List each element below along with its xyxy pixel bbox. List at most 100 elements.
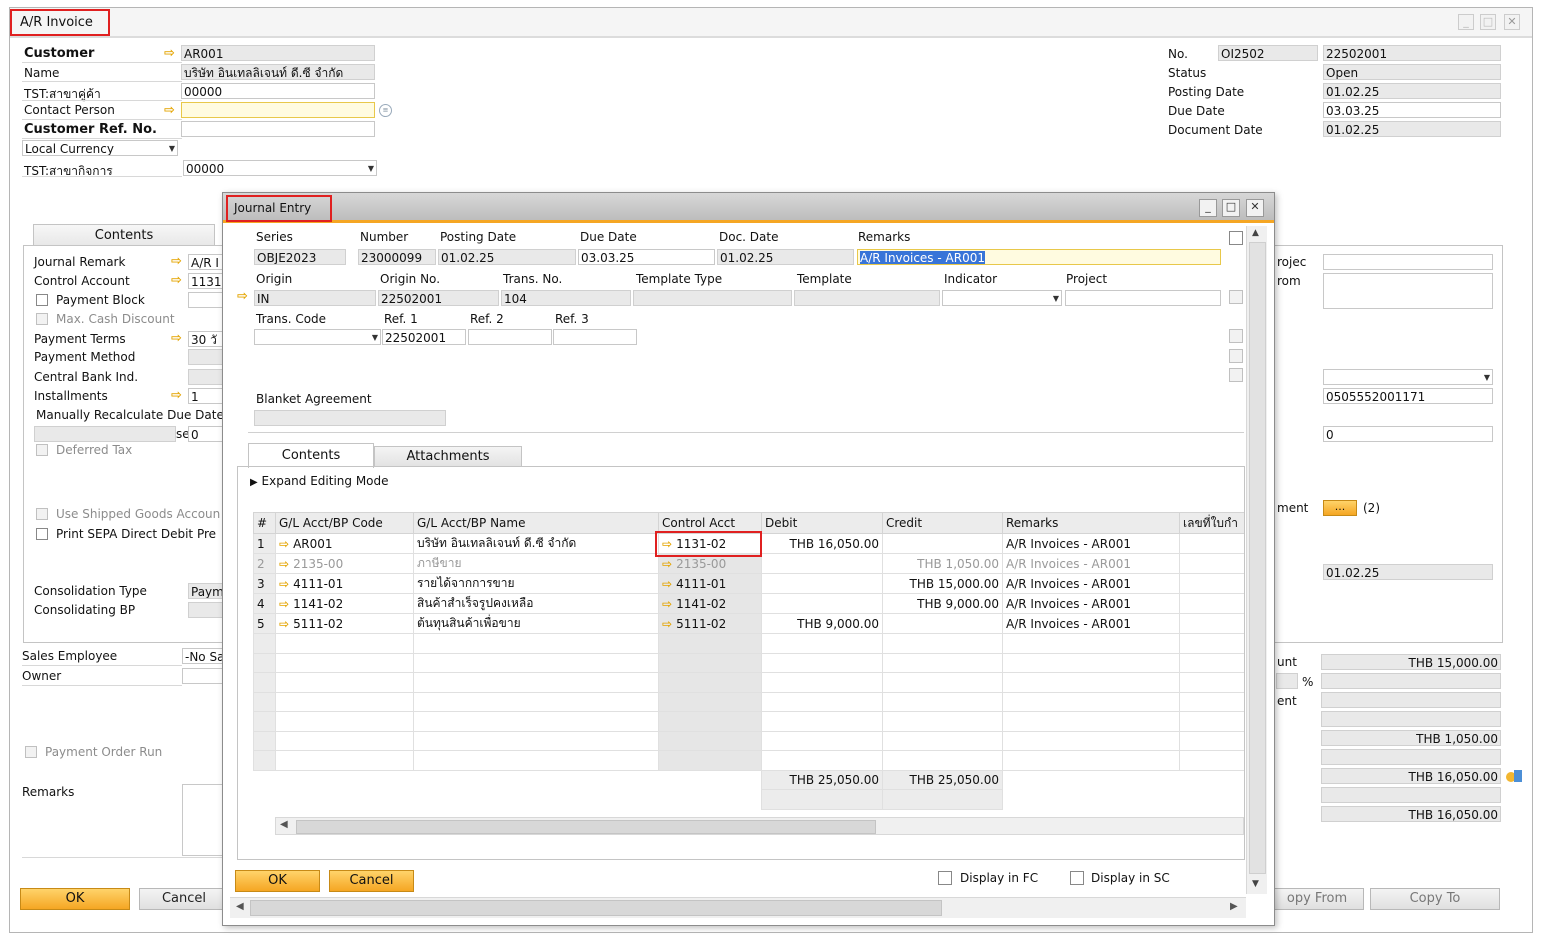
empty-row[interactable] — [253, 672, 1244, 693]
customer-field[interactable]: AR001 — [181, 45, 375, 61]
link-arrow-icon[interactable]: ⇨ — [164, 47, 175, 61]
je-checkbox-4[interactable] — [1229, 349, 1243, 363]
je-origin-no-field[interactable]: 22502001 — [378, 290, 499, 306]
table-row[interactable]: 5 ⇨ 5111-02 ต้นทุนสินค้าเพื่อขาย ⇨ 5111-02… — [253, 613, 1244, 634]
cell[interactable] — [275, 730, 414, 751]
cell[interactable] — [761, 711, 883, 732]
cell[interactable] — [1179, 750, 1244, 771]
empty-row[interactable] — [253, 691, 1244, 712]
cell[interactable] — [275, 750, 414, 771]
max-cash-discount-checkbox[interactable] — [36, 313, 48, 325]
col-header[interactable]: Debit — [761, 512, 883, 534]
cell-extra[interactable] — [1179, 613, 1244, 634]
cell-debit[interactable] — [761, 573, 883, 594]
cell[interactable] — [882, 691, 1003, 712]
cell-debit[interactable] — [761, 553, 883, 574]
tst-partner-field[interactable]: 00000 — [181, 83, 375, 99]
cell[interactable] — [1179, 672, 1244, 693]
table-row[interactable]: 3 ⇨ 4111-01 รายได้จากการขาย ⇨ 4111-01 THB … — [253, 573, 1244, 594]
posting-date-field[interactable]: 01.02.25 — [1323, 83, 1501, 99]
je-checkbox-2[interactable] — [1229, 290, 1243, 304]
je-tab-attachments[interactable]: Attachments — [374, 446, 522, 467]
link-arrow-icon[interactable]: ⇨ — [279, 577, 289, 591]
link-arrow-icon[interactable]: ⇨ — [279, 617, 289, 631]
je-project-field[interactable] — [1065, 290, 1221, 306]
je-horizontal-scrollbar[interactable]: ◀ ▶ — [230, 897, 1246, 918]
je-number-field[interactable]: 23000099 — [358, 249, 436, 265]
number-field[interactable]: 0505552001171 — [1323, 388, 1493, 404]
document-date-field[interactable]: 01.02.25 — [1323, 121, 1501, 137]
close-icon[interactable]: ✕ — [1246, 199, 1264, 217]
customer-ref-field[interactable] — [181, 121, 375, 137]
right-dropdown[interactable]: ▼ — [1323, 369, 1493, 385]
je-checkbox-1[interactable] — [1229, 231, 1243, 245]
tax-field[interactable]: THB 1,050.00 — [1321, 730, 1501, 746]
cell[interactable] — [275, 633, 414, 654]
info-icon[interactable]: ≡ — [379, 104, 392, 117]
cell-code[interactable]: ⇨ AR001 — [275, 533, 414, 554]
cell-code[interactable]: ⇨ 2135-00 — [275, 553, 414, 574]
tst-branch-dropdown[interactable]: 00000 ▼ — [183, 160, 377, 176]
empty-row[interactable] — [253, 750, 1244, 771]
cell[interactable] — [413, 730, 659, 751]
cell-remarks[interactable]: A/R Invoices - AR001 — [1002, 553, 1180, 574]
cell[interactable] — [658, 730, 762, 751]
cell-name[interactable]: ภาษีขาย — [413, 553, 659, 574]
col-header[interactable]: # — [253, 512, 276, 534]
zero-field[interactable]: 0 — [1323, 426, 1493, 442]
currency-dropdown[interactable]: Local Currency ▼ — [22, 140, 178, 156]
cell-remarks[interactable]: A/R Invoices - AR001 — [1002, 613, 1180, 634]
minimize-icon[interactable]: _ — [1458, 14, 1474, 30]
cell-remarks[interactable]: A/R Invoices - AR001 — [1002, 593, 1180, 614]
cell[interactable] — [1002, 672, 1180, 693]
use-shipped-checkbox[interactable] — [36, 508, 48, 520]
cell[interactable] — [1179, 711, 1244, 732]
doc-number-field[interactable]: 22502001 — [1323, 45, 1501, 61]
cell[interactable] — [413, 691, 659, 712]
cell[interactable] — [275, 711, 414, 732]
cell-remarks[interactable]: A/R Invoices - AR001 — [1002, 573, 1180, 594]
cell-control-acct[interactable]: ⇨ 1141-02 — [658, 593, 762, 614]
cell-credit[interactable]: THB 15,000.00 — [882, 573, 1003, 594]
cell[interactable] — [761, 633, 883, 654]
print-sepa-checkbox[interactable] — [36, 528, 48, 540]
status-field[interactable]: Open — [1323, 64, 1501, 80]
je-template-type-field[interactable] — [633, 290, 792, 306]
cell-debit[interactable]: THB 9,000.00 — [761, 613, 883, 634]
cell-control-acct[interactable]: ⇨ 4111-01 — [658, 573, 762, 594]
ar-cancel-button[interactable]: Cancel — [139, 888, 229, 910]
cell[interactable] — [1002, 633, 1180, 654]
cell[interactable] — [761, 691, 883, 712]
cell-name[interactable]: สินค้าสำเร็จรูปคงเหลือ — [413, 593, 659, 614]
maximize-icon[interactable]: □ — [1222, 199, 1240, 217]
link-arrow-icon[interactable]: ⇨ — [279, 597, 289, 611]
cell-extra[interactable] — [1179, 593, 1244, 614]
cell[interactable] — [413, 750, 659, 771]
cell[interactable] — [658, 672, 762, 693]
col-header[interactable]: เลขที่ใบกำ — [1179, 512, 1244, 534]
cell-extra[interactable] — [1179, 533, 1244, 554]
je-ref1-field[interactable]: 22502001 — [382, 329, 466, 345]
cell-remarks[interactable]: A/R Invoices - AR001 — [1002, 533, 1180, 554]
cell[interactable] — [761, 652, 883, 673]
display-fc-checkbox[interactable] — [938, 871, 952, 885]
cell[interactable] — [1179, 652, 1244, 673]
je-trans-no-field[interactable]: 104 — [501, 290, 631, 306]
deferred-tax-checkbox[interactable] — [36, 444, 48, 456]
cell[interactable] — [275, 652, 414, 673]
minimize-icon[interactable]: _ — [1199, 199, 1217, 217]
cell[interactable] — [761, 672, 883, 693]
total-field[interactable]: THB 16,050.00 — [1321, 768, 1501, 784]
cell[interactable] — [413, 633, 659, 654]
je-cancel-button[interactable]: Cancel — [329, 870, 414, 892]
cell-credit[interactable]: THB 1,050.00 — [882, 553, 1003, 574]
contact-person-field[interactable] — [181, 102, 375, 118]
cell-name[interactable]: บริษัท อินเทลลิเจนท์ ดี.ซี จำกัด — [413, 533, 659, 554]
je-ok-button[interactable]: OK — [235, 870, 320, 892]
col-header[interactable]: Credit — [882, 512, 1003, 534]
je-series-field[interactable]: OBJE2023 — [254, 249, 346, 265]
cell-extra[interactable] — [1179, 553, 1244, 574]
cell[interactable] — [1002, 750, 1180, 771]
project-field[interactable] — [1323, 254, 1493, 270]
cell-credit[interactable] — [882, 533, 1003, 554]
